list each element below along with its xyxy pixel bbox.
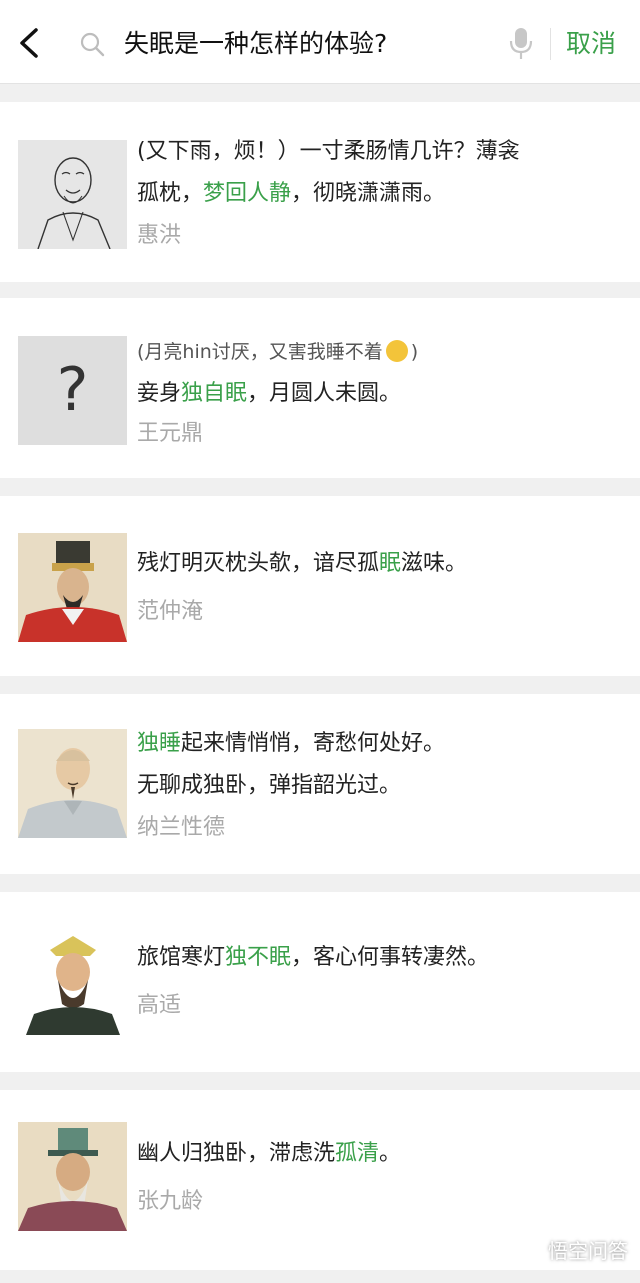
result-card[interactable]: 幽人归独卧，滞虑洗孤清。 张九龄 悟空问答 <box>0 1090 640 1270</box>
highlight-term: 独睡 <box>137 731 182 756</box>
microphone-icon[interactable] <box>507 26 535 62</box>
search-bar: 失眠是一种怎样的体验? 取消 <box>0 0 640 84</box>
highlight-term: 眠 <box>379 551 402 576</box>
header-divider <box>550 28 551 60</box>
search-icon <box>80 32 105 57</box>
highlight-term: 独自眠 <box>181 381 248 406</box>
verse-line: 独睡起来情悄悄，寄愁何处好。 <box>137 731 446 756</box>
author-portrait <box>18 729 127 838</box>
verse-line: 孤枕，梦回人静，彻晓潇潇雨。 <box>137 181 446 206</box>
highlight-term: 梦回人静 <box>203 181 292 206</box>
highlight-term: 孤清 <box>335 1141 380 1166</box>
monk-sketch-icon <box>18 140 127 249</box>
scholar-portrait-icon <box>18 729 127 838</box>
poet-portrait-icon <box>18 926 127 1035</box>
author-name: 王元鼎 <box>137 421 204 446</box>
author-name: 高适 <box>137 993 182 1018</box>
verse-line: 无聊成独卧，弹指韶光过。 <box>137 773 402 798</box>
verse-line: 残灯明灭枕头欹，谙尽孤眠滋味。 <box>137 551 468 576</box>
author-portrait <box>18 1122 127 1231</box>
back-arrow-icon[interactable] <box>14 26 44 60</box>
author-name: 惠洪 <box>137 223 182 248</box>
watermark: 悟空问答 <box>522 1236 628 1266</box>
verse-line: 旅馆寒灯独不眠，客心何事转凄然。 <box>137 945 490 970</box>
wukong-logo-icon <box>522 1242 544 1264</box>
author-portrait <box>18 926 127 1035</box>
result-card[interactable]: (又下雨，烦！）一寸柔肠情几许？薄衾 孤枕，梦回人静，彻晓潇潇雨。 惠洪 <box>0 102 640 282</box>
verse-line: 幽人归独卧，滞虑洗孤清。 <box>137 1141 402 1166</box>
annotation-line: (月亮hin讨厌，又害我睡不着) <box>137 340 419 363</box>
author-name: 范仲淹 <box>137 599 204 624</box>
blushing-face-icon <box>385 340 408 362</box>
official-portrait-icon <box>18 533 127 642</box>
result-card[interactable]: ? (月亮hin讨厌，又害我睡不着) 妾身独自眠，月圆人未圆。 王元鼎 <box>0 298 640 478</box>
verse-line: (又下雨，烦！）一寸柔肠情几许？薄衾 <box>137 139 520 164</box>
cancel-button[interactable]: 取消 <box>566 24 616 64</box>
author-portrait <box>18 140 127 249</box>
result-card[interactable]: 独睡起来情悄悄，寄愁何处好。 无聊成独卧，弹指韶光过。 纳兰性德 <box>0 694 640 874</box>
author-portrait <box>18 533 127 642</box>
question-mark: ? <box>56 355 89 425</box>
author-portrait-placeholder: ? <box>18 336 127 445</box>
author-name: 张九龄 <box>137 1189 204 1214</box>
result-card[interactable]: 旅馆寒灯独不眠，客心何事转凄然。 高适 <box>0 892 640 1072</box>
verse-line: 妾身独自眠，月圆人未圆。 <box>137 381 402 406</box>
result-card[interactable]: 残灯明灭枕头欹，谙尽孤眠滋味。 范仲淹 <box>0 496 640 676</box>
author-name: 纳兰性德 <box>137 815 226 840</box>
minister-portrait-icon <box>18 1122 127 1231</box>
highlight-term: 独不眠 <box>225 945 292 970</box>
search-input[interactable]: 失眠是一种怎样的体验? <box>124 24 387 64</box>
